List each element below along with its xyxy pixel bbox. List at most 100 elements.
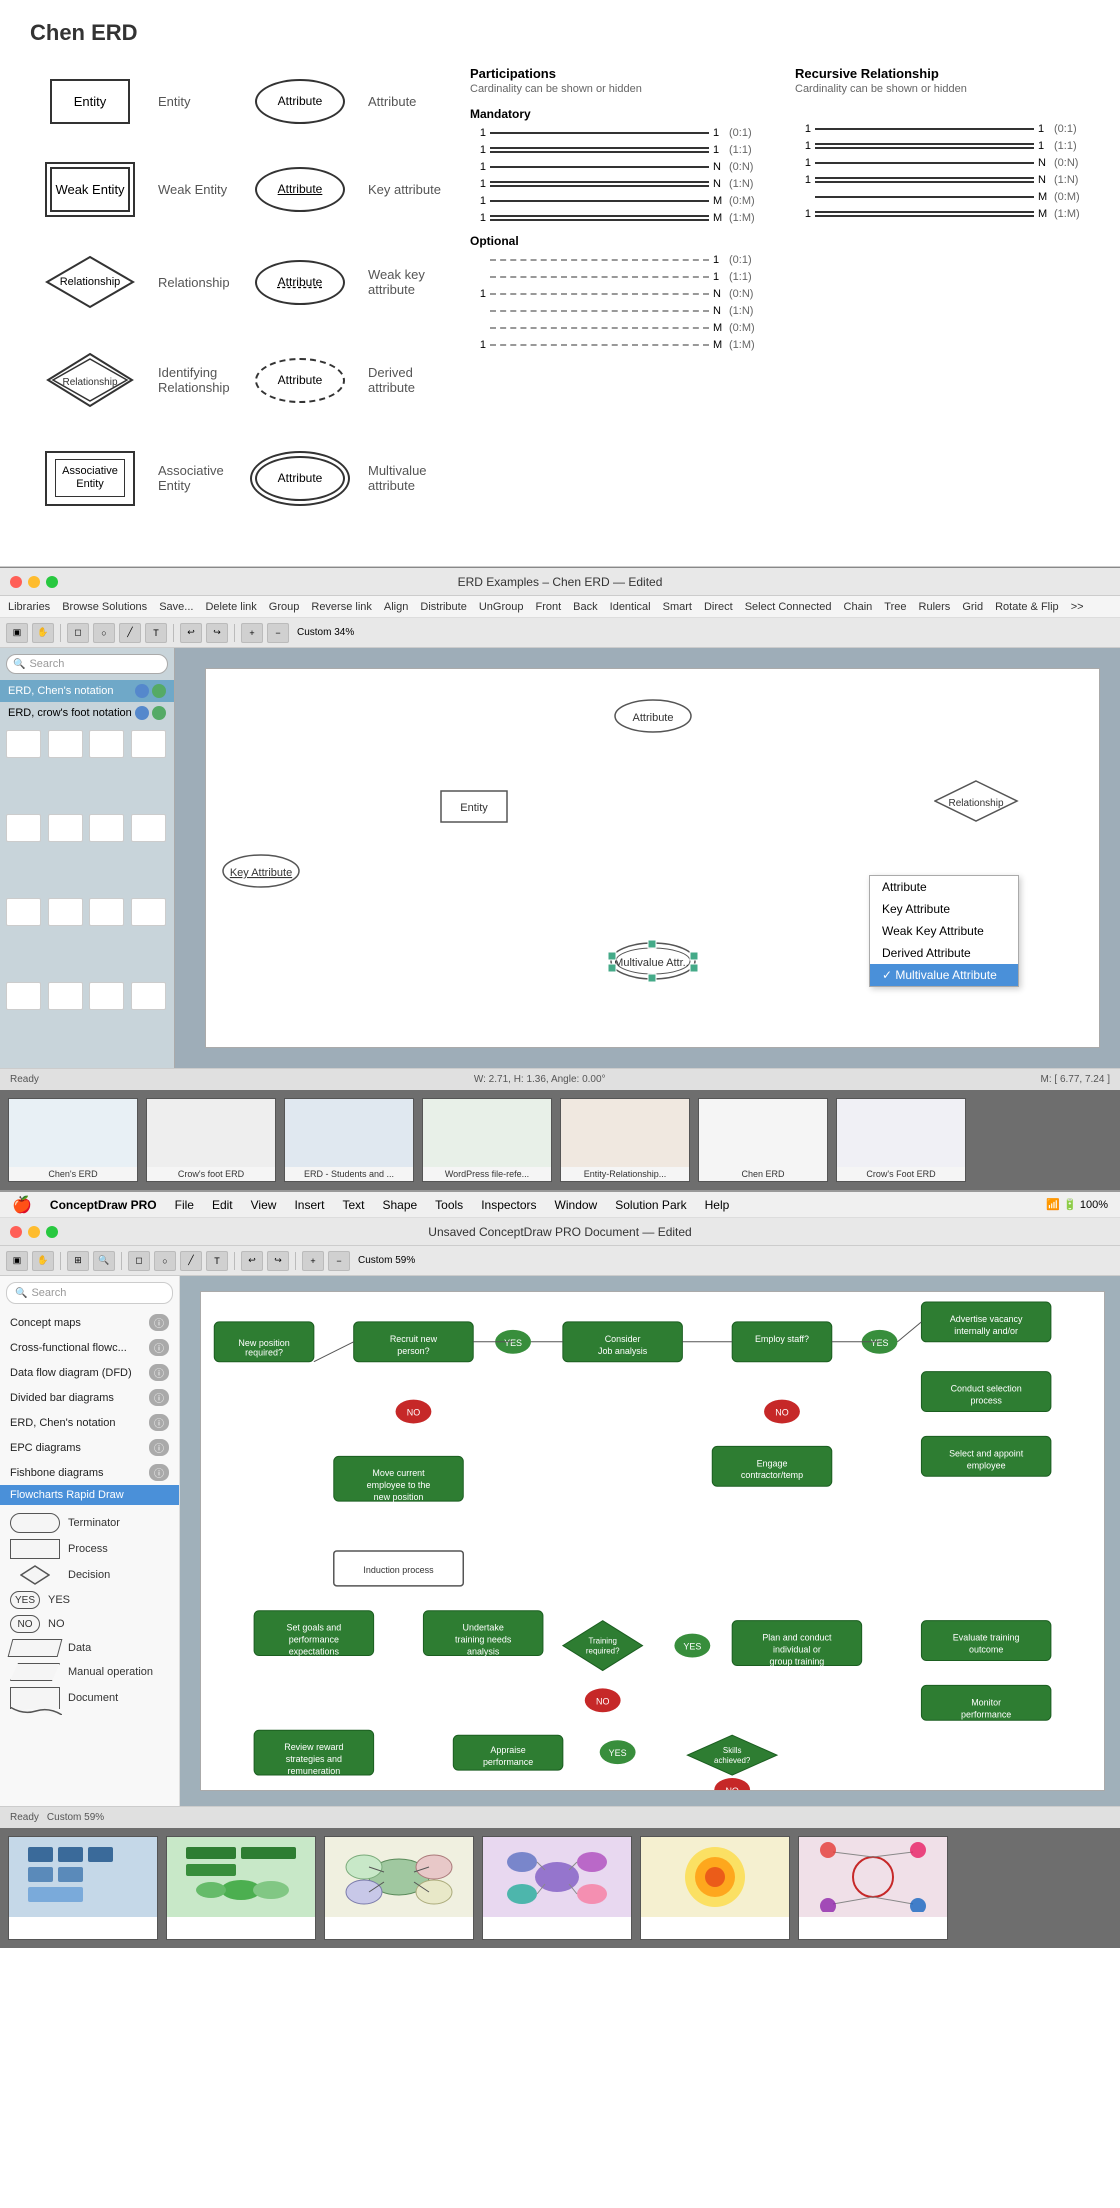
menu-more[interactable]: >> [1071, 601, 1084, 613]
cd-toolbar-shape[interactable]: ◻ [128, 1251, 150, 1271]
ctx-weak-key-attribute[interactable]: Weak Key Attribute [870, 920, 1018, 942]
erd-app-canvas[interactable]: Attribute Entity Relatio [175, 648, 1120, 1068]
shape-thumb-2[interactable] [48, 730, 83, 758]
cd-section-flowcharts[interactable]: Flowcharts Rapid Draw [0, 1485, 179, 1505]
shape-thumb-15[interactable] [89, 982, 124, 1010]
cd-section-cross-functional[interactable]: Cross-functional flowc... ⓘ [0, 1335, 179, 1360]
cd-section-divided-bar[interactable]: Divided bar diagrams ⓘ [0, 1385, 179, 1410]
menu-grid[interactable]: Grid [962, 601, 983, 613]
shape-thumb-5[interactable] [6, 814, 41, 842]
sidebar-item-chen[interactable]: ERD, Chen's notation [0, 680, 174, 702]
cd-toolbar-hand[interactable]: ✋ [32, 1251, 54, 1271]
thumb2-3[interactable] [324, 1836, 474, 1940]
cd-toolbar-select[interactable]: ▣ [6, 1251, 28, 1271]
cd-shape-decision[interactable]: Decision [10, 1565, 169, 1585]
erd-canvas-inner[interactable]: Attribute Entity Relatio [205, 668, 1100, 1048]
menu-distribute[interactable]: Distribute [420, 601, 466, 613]
cd-section-fishbone[interactable]: Fishbone diagrams ⓘ [0, 1460, 179, 1485]
menu-browse[interactable]: Browse Solutions [62, 601, 147, 613]
shape-thumb-7[interactable] [89, 814, 124, 842]
shape-thumb-9[interactable] [6, 898, 41, 926]
menu-shape[interactable]: Shape [382, 1198, 417, 1212]
thumb2-2[interactable] [166, 1836, 316, 1940]
menu-tree[interactable]: Tree [884, 601, 906, 613]
toolbar-shape1[interactable]: ◻ [67, 623, 89, 643]
cd-zoom-level[interactable]: Custom 59% [358, 1255, 415, 1266]
thumb-chenserd[interactable]: Chen's ERD [8, 1098, 138, 1182]
menu-group[interactable]: Group [269, 601, 300, 613]
thumb-chenerd[interactable]: Chen ERD [698, 1098, 828, 1182]
cd-toolbar-grid[interactable]: ⊞ [67, 1251, 89, 1271]
menu-back[interactable]: Back [573, 601, 597, 613]
toolbar-select[interactable]: ▣ [6, 623, 28, 643]
shape-thumb-13[interactable] [6, 982, 41, 1010]
thumb2-1[interactable] [8, 1836, 158, 1940]
minimize-button[interactable] [28, 576, 40, 588]
cd-shape-no[interactable]: NO NO [10, 1615, 169, 1633]
conceptdraw-canvas[interactable]: New position required? Recruit new perso… [180, 1276, 1120, 1806]
toolbar-line[interactable]: ╱ [119, 623, 141, 643]
cd-toolbar-redo[interactable]: ↪ [267, 1251, 289, 1271]
menu-edit[interactable]: Edit [212, 1198, 233, 1212]
thumb-students[interactable]: ERD - Students and ... [284, 1098, 414, 1182]
cd-toolbar-zoomin[interactable]: + [302, 1251, 324, 1271]
menu-inspectors[interactable]: Inspectors [481, 1198, 536, 1212]
ctx-attribute[interactable]: Attribute [870, 876, 1018, 898]
menu-help[interactable]: Help [705, 1198, 730, 1212]
shape-thumb-4[interactable] [131, 730, 166, 758]
menu-reverselink[interactable]: Reverse link [311, 601, 372, 613]
shape-thumb-3[interactable] [89, 730, 124, 758]
shape-thumb-1[interactable] [6, 730, 41, 758]
close-btn2[interactable] [10, 1226, 22, 1238]
cd-section-dfd[interactable]: Data flow diagram (DFD) ⓘ [0, 1360, 179, 1385]
shape-thumb-8[interactable] [131, 814, 166, 842]
cd-toolbar-zoomout[interactable]: − [328, 1251, 350, 1271]
menu-libraries[interactable]: Libraries [8, 601, 50, 613]
menu-align[interactable]: Align [384, 601, 408, 613]
minimize-btn2[interactable] [28, 1226, 40, 1238]
menu-tools[interactable]: Tools [435, 1198, 463, 1212]
cd-section-concept-maps[interactable]: Concept maps ⓘ [0, 1310, 179, 1335]
menu-file[interactable]: File [175, 1198, 194, 1212]
ctx-multivalue-attribute[interactable]: ✓ Multivalue Attribute [870, 964, 1018, 986]
toolbar-zoomin[interactable]: + [241, 623, 263, 643]
shape-thumb-10[interactable] [48, 898, 83, 926]
cd-toolbar-undo[interactable]: ↩ [241, 1251, 263, 1271]
cd-shape-yes[interactable]: YES YES [10, 1591, 169, 1609]
toolbar-redo[interactable]: ↪ [206, 623, 228, 643]
menu-view[interactable]: View [251, 1198, 277, 1212]
menu-text[interactable]: Text [342, 1198, 364, 1212]
cd-section-epc[interactable]: EPC diagrams ⓘ [0, 1435, 179, 1460]
cd-shape-data[interactable]: Data [10, 1639, 169, 1657]
cd-toolbar-line[interactable]: ╱ [180, 1251, 202, 1271]
menu-front[interactable]: Front [535, 601, 561, 613]
toolbar-zoomout[interactable]: − [267, 623, 289, 643]
shape-thumb-6[interactable] [48, 814, 83, 842]
maximize-button[interactable] [46, 576, 58, 588]
menu-save[interactable]: Save... [159, 601, 193, 613]
sidebar-item-crowsfoot[interactable]: ERD, crow's foot notation [0, 702, 174, 724]
thumb-entity-rel[interactable]: Entity-Relationship... [560, 1098, 690, 1182]
thumb-wordpress[interactable]: WordPress file-refe... [422, 1098, 552, 1182]
ctx-key-attribute[interactable]: Key Attribute [870, 898, 1018, 920]
cd-shape-process[interactable]: Process [10, 1539, 169, 1559]
shape-thumb-11[interactable] [89, 898, 124, 926]
cd-toolbar-circle[interactable]: ○ [154, 1251, 176, 1271]
menu-smart[interactable]: Smart [663, 601, 692, 613]
toolbar-hand[interactable]: ✋ [32, 623, 54, 643]
maximize-btn2[interactable] [46, 1226, 58, 1238]
menu-chain[interactable]: Chain [844, 601, 873, 613]
menu-deletelink[interactable]: Delete link [205, 601, 256, 613]
menu-rotateflip[interactable]: Rotate & Flip [995, 601, 1059, 613]
menu-identical[interactable]: Identical [610, 601, 651, 613]
shape-thumb-12[interactable] [131, 898, 166, 926]
cd-shape-terminator[interactable]: Terminator [10, 1513, 169, 1533]
thumb2-5[interactable] [640, 1836, 790, 1940]
thumb-crowsfooterd[interactable]: Crow's foot ERD [146, 1098, 276, 1182]
menu-selectconnected[interactable]: Select Connected [745, 601, 832, 613]
erd-multivalue-node[interactable]: Multivalue Attr... [608, 940, 698, 987]
cd-search-input[interactable]: 🔍 Search [6, 1282, 173, 1304]
zoom-level[interactable]: Custom 34% [297, 627, 354, 638]
conceptdraw-canvas-inner[interactable]: New position required? Recruit new perso… [200, 1291, 1105, 1791]
cd-toolbar-search[interactable]: 🔍 [93, 1251, 115, 1271]
